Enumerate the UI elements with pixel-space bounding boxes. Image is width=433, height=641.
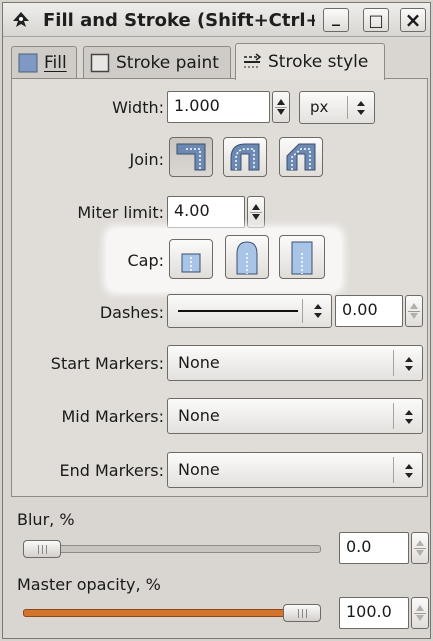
opacity-label: Master opacity, % — [17, 575, 161, 594]
stroke-paint-swatch-icon — [90, 53, 110, 73]
miter-limit-input[interactable]: 4.00 — [167, 196, 245, 228]
spin-up-icon — [277, 99, 285, 105]
title-bar[interactable]: Fill and Stroke (Shift+Ctrl+F) _ □ × — [3, 3, 430, 37]
mid-markers-value: None — [178, 406, 220, 425]
tab-stroke-paint[interactable]: Stroke paint — [83, 46, 231, 79]
opacity-input[interactable]: 100.0 — [339, 597, 409, 629]
bevel-join-icon — [286, 143, 316, 171]
join-round-button[interactable] — [223, 137, 267, 177]
blur-spinner[interactable] — [411, 532, 429, 564]
opacity-label-text: Master opacity, % — [17, 575, 161, 594]
tab-fill-label: Fill — [44, 53, 67, 73]
miter-limit-label: Miter limit: — [77, 203, 164, 222]
blur-slider-handle[interactable] — [23, 540, 61, 558]
join-label: Join: — [129, 150, 164, 169]
chevron-updown-icon — [357, 101, 365, 115]
stroke-style-icon — [244, 53, 262, 68]
spin-down-icon — [410, 313, 418, 319]
round-cap-icon — [236, 241, 258, 275]
start-markers-label: Start Markers: — [50, 354, 164, 373]
miter-limit-spinner[interactable] — [247, 196, 265, 228]
butt-cap-icon — [181, 253, 201, 273]
chevron-updown-icon — [405, 410, 413, 424]
spin-up-icon — [416, 540, 424, 546]
tab-bar: Fill Stroke paint Stroke style — [11, 43, 428, 80]
miter-join-icon — [176, 143, 206, 171]
mid-markers-select[interactable]: None — [167, 398, 423, 434]
opacity-slider-handle[interactable] — [283, 604, 321, 622]
stroke-style-panel: Width: 1.000 px Join: Miter limit: 4.00 … — [11, 78, 428, 497]
dash-offset-spinner[interactable] — [405, 295, 423, 327]
end-markers-select[interactable]: None — [167, 452, 423, 488]
close-icon: × — [404, 8, 422, 32]
minimize-icon: _ — [332, 7, 340, 26]
window-title: Fill and Stroke (Shift+Ctrl+F) — [43, 10, 315, 31]
dash-offset-input[interactable]: 0.00 — [335, 295, 403, 327]
join-miter-button[interactable] — [169, 137, 213, 177]
close-button[interactable]: × — [400, 8, 426, 32]
square-cap-icon — [291, 241, 313, 275]
tab-stroke-style-label: Stroke style — [268, 52, 369, 72]
spin-down-icon — [416, 615, 424, 621]
start-markers-select[interactable]: None — [167, 345, 423, 381]
chevron-updown-icon — [405, 464, 413, 478]
width-spinner[interactable] — [272, 91, 290, 123]
cap-square-button[interactable] — [279, 235, 325, 279]
round-join-icon — [230, 143, 260, 171]
opacity-spinner[interactable] — [411, 597, 429, 629]
spin-up-icon — [252, 204, 260, 210]
mid-markers-label: Mid Markers: — [61, 407, 164, 426]
blur-slider-track[interactable] — [23, 545, 321, 553]
join-bevel-button[interactable] — [279, 137, 323, 177]
width-label: Width: — [112, 98, 164, 117]
cap-butt-button[interactable] — [169, 239, 213, 279]
tab-fill[interactable]: Fill — [11, 46, 77, 79]
maximize-icon: □ — [368, 10, 384, 30]
dashes-label: Dashes: — [99, 303, 164, 322]
spin-down-icon — [252, 214, 260, 220]
cap-label: Cap: — [127, 251, 164, 270]
end-markers-label: End Markers: — [59, 461, 164, 480]
unit-select[interactable]: px — [299, 91, 375, 124]
solid-line-preview-icon — [178, 310, 298, 312]
spin-down-icon — [277, 109, 285, 115]
spin-up-icon — [416, 605, 424, 611]
dash-pattern-select[interactable] — [167, 294, 332, 328]
fill-stroke-dialog: Fill and Stroke (Shift+Ctrl+F) _ □ × Fil… — [2, 2, 431, 639]
tab-stroke-style[interactable]: Stroke style — [235, 43, 385, 80]
chevron-updown-icon — [405, 357, 413, 371]
maximize-button[interactable]: □ — [363, 8, 389, 32]
blur-label: Blur, % — [17, 510, 75, 529]
blur-label-text: Blur, % — [17, 510, 75, 529]
spin-up-icon — [410, 303, 418, 309]
blur-input[interactable]: 0.0 — [339, 532, 409, 564]
minimize-button[interactable]: _ — [323, 8, 349, 32]
fill-swatch-icon — [18, 53, 38, 73]
end-markers-value: None — [178, 460, 220, 479]
tab-stroke-paint-label: Stroke paint — [116, 53, 219, 73]
inkscape-logo-icon — [13, 12, 29, 27]
chevron-updown-icon — [314, 304, 322, 318]
unit-select-value: px — [310, 98, 329, 116]
start-markers-value: None — [178, 353, 220, 372]
spin-down-icon — [416, 550, 424, 556]
cap-round-button[interactable] — [225, 235, 269, 279]
opacity-slider-fill — [23, 609, 302, 617]
width-input[interactable]: 1.000 — [167, 91, 270, 123]
